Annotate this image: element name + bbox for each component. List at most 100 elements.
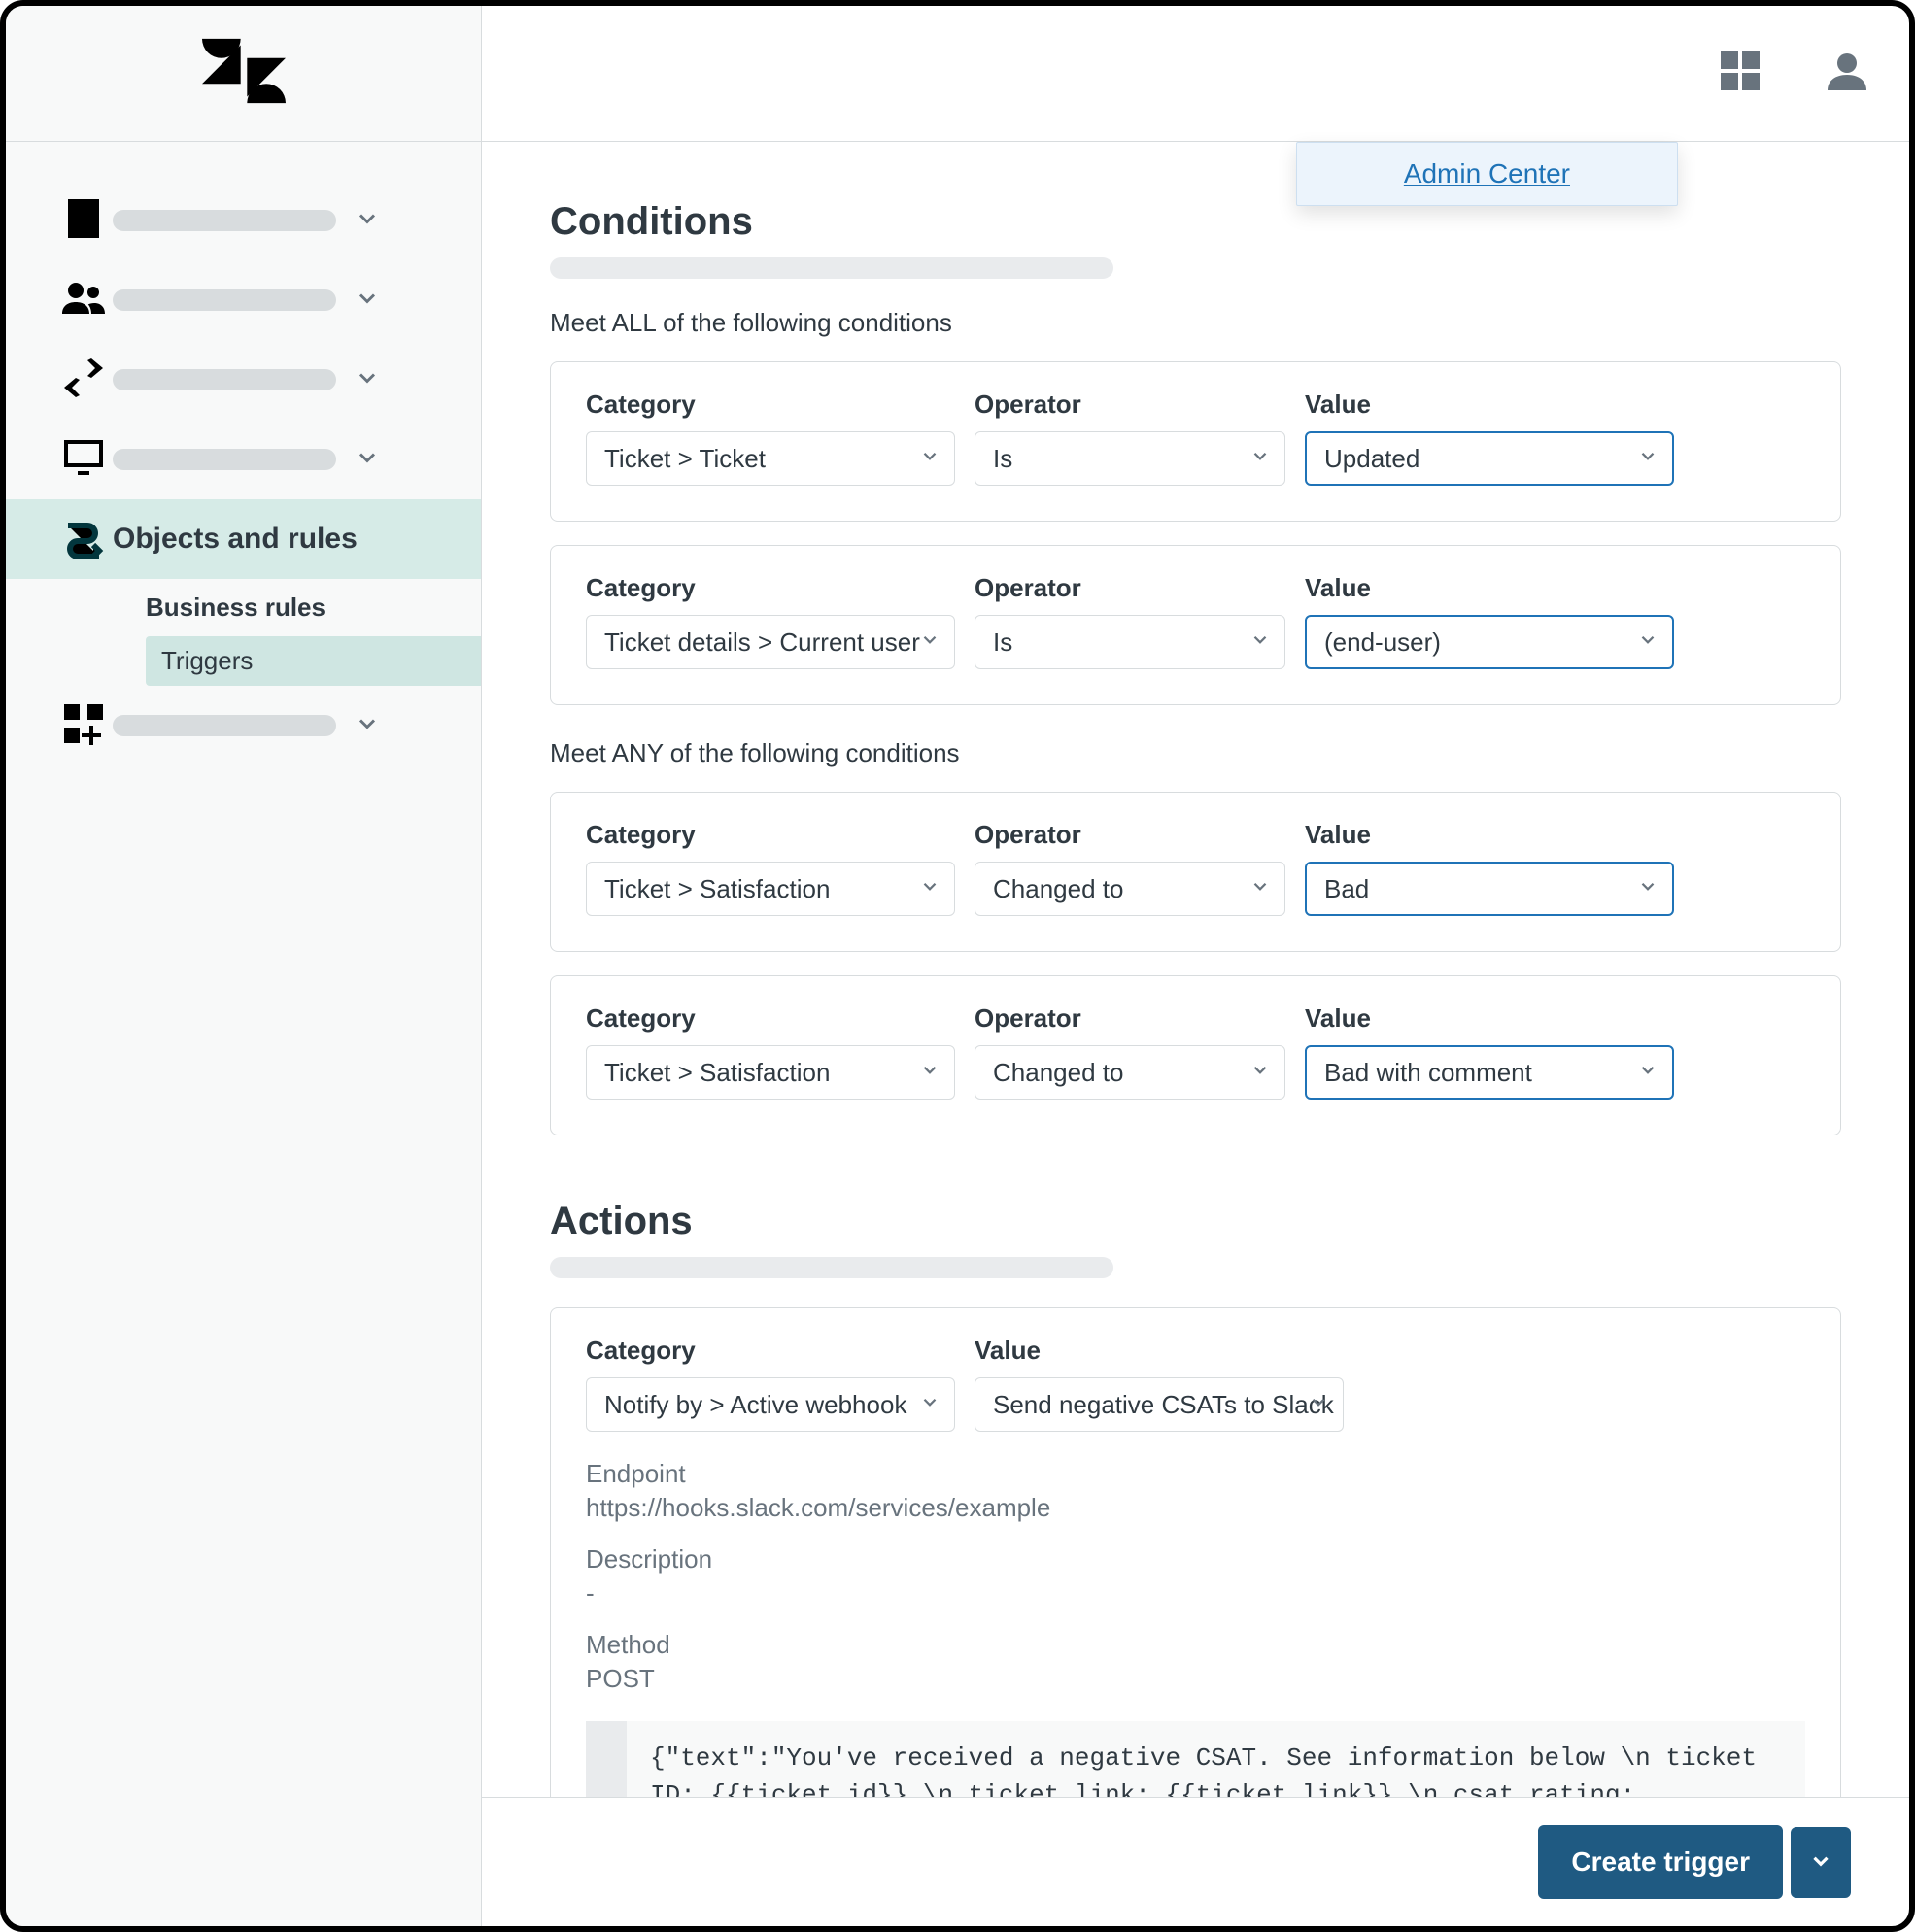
field-label-category: Category: [586, 573, 955, 603]
field-label-value: Value: [1305, 820, 1674, 850]
operator-select[interactable]: Is: [975, 431, 1285, 486]
admin-center-popover: Admin Center: [1296, 142, 1678, 206]
chevron-down-icon: [1249, 1058, 1271, 1088]
operator-select[interactable]: Changed to: [975, 1045, 1285, 1100]
sidebar-item-channels[interactable]: [6, 340, 481, 420]
field-label-value: Value: [975, 1336, 1344, 1366]
payload-code[interactable]: {"text":"You've received a negative CSAT…: [586, 1721, 1805, 1797]
footer-bar: Create trigger: [482, 1797, 1909, 1926]
placeholder: [113, 449, 336, 470]
chevron-down-icon: [919, 627, 940, 658]
chevron-down-icon: [919, 444, 940, 474]
building-icon: [60, 195, 113, 247]
field-label-category: Category: [586, 820, 955, 850]
field-label-operator: Operator: [975, 390, 1285, 420]
conditions-all-label: Meet ALL of the following conditions: [550, 308, 1841, 338]
chevron-down-icon: [919, 1390, 940, 1420]
chevron-down-icon: [354, 710, 381, 742]
actions-description-placeholder: [550, 1257, 1113, 1278]
chevron-down-icon: [1637, 627, 1659, 658]
placeholder: [113, 715, 336, 736]
chevron-down-icon: [1249, 444, 1271, 474]
chevron-down-icon: [1637, 1058, 1659, 1088]
method-label: Method: [586, 1630, 1805, 1660]
operator-select[interactable]: Changed to: [975, 862, 1285, 916]
field-label-value: Value: [1305, 390, 1674, 420]
field-label-value: Value: [1305, 1003, 1674, 1034]
field-label-value: Value: [1305, 573, 1674, 603]
create-trigger-button[interactable]: Create trigger: [1538, 1825, 1783, 1899]
chevron-down-icon: [919, 1058, 940, 1088]
create-trigger-dropdown[interactable]: [1791, 1827, 1851, 1898]
chevron-down-icon: [1249, 627, 1271, 658]
sidebar-subheading: Business rules: [146, 579, 481, 636]
zendesk-logo-icon: [202, 37, 286, 110]
workflow-icon: [60, 514, 113, 565]
chevron-down-icon: [1637, 444, 1659, 474]
category-select[interactable]: Ticket > Satisfaction: [586, 862, 955, 916]
top-bar: [482, 6, 1909, 142]
condition-row: Category Ticket > Satisfaction Operator …: [550, 792, 1841, 952]
category-select[interactable]: Ticket > Satisfaction: [586, 1045, 955, 1100]
sidebar-item-account[interactable]: [6, 181, 481, 260]
placeholder: [113, 369, 336, 390]
placeholder: [113, 210, 336, 231]
chevron-down-icon: [354, 364, 381, 396]
method-value: POST: [586, 1664, 1805, 1694]
actions-title: Actions: [550, 1200, 1841, 1243]
category-select[interactable]: Notify by > Active webhook: [586, 1377, 955, 1432]
sidebar: Objects and rules Business rules Trigger…: [6, 6, 482, 1926]
value-select[interactable]: Send negative CSATs to Slack: [975, 1377, 1344, 1432]
people-icon: [60, 275, 113, 326]
chevron-down-icon: [1249, 874, 1271, 904]
value-select[interactable]: Bad: [1305, 862, 1674, 916]
admin-center-link[interactable]: Admin Center: [1404, 158, 1570, 188]
value-select[interactable]: Updated: [1305, 431, 1674, 486]
category-select[interactable]: Ticket > Ticket: [586, 431, 955, 486]
condition-row: Category Ticket > Satisfaction Operator …: [550, 975, 1841, 1135]
chevron-down-icon: [1308, 1390, 1329, 1420]
condition-row: Category Ticket details > Current user O…: [550, 545, 1841, 705]
action-row: Category Notify by > Active webhook Valu…: [550, 1307, 1841, 1797]
field-label-category: Category: [586, 390, 955, 420]
chevron-down-icon: [1637, 874, 1659, 904]
monitor-icon: [60, 434, 113, 486]
endpoint-value: https://hooks.slack.com/services/example: [586, 1493, 1805, 1523]
chevron-down-icon: [1808, 1848, 1833, 1877]
endpoint-label: Endpoint: [586, 1459, 1805, 1489]
description-label: Description: [586, 1544, 1805, 1575]
conditions-description-placeholder: [550, 257, 1113, 279]
sidebar-item-people[interactable]: [6, 260, 481, 340]
conditions-title: Conditions: [550, 200, 1841, 244]
arrows-exchange-icon: [60, 355, 113, 406]
content-area: Conditions Meet ALL of the following con…: [482, 142, 1909, 1797]
sidebar-item-workspaces[interactable]: [6, 420, 481, 499]
chevron-down-icon: [354, 444, 381, 476]
value-select[interactable]: Bad with comment: [1305, 1045, 1674, 1100]
field-label-category: Category: [586, 1003, 955, 1034]
main: Admin Center Conditions Meet ALL of the …: [482, 6, 1909, 1926]
field-label-operator: Operator: [975, 820, 1285, 850]
sidebar-nav: Objects and rules Business rules Trigger…: [6, 142, 481, 765]
sidebar-subnav: Business rules Triggers: [6, 579, 481, 686]
field-label-category: Category: [586, 1336, 955, 1366]
products-grid-icon[interactable]: [1717, 48, 1763, 99]
placeholder: [113, 289, 336, 311]
chevron-down-icon: [354, 285, 381, 317]
sidebar-item-apps[interactable]: [6, 686, 481, 765]
sidebar-item-label: Objects and rules: [113, 523, 456, 556]
category-select[interactable]: Ticket details > Current user: [586, 615, 955, 669]
description-value: -: [586, 1578, 1805, 1609]
value-select[interactable]: (end-user): [1305, 615, 1674, 669]
condition-row: Category Ticket > Ticket Operator Is: [550, 361, 1841, 522]
user-avatar-icon[interactable]: [1824, 48, 1870, 99]
sidebar-subitem-triggers[interactable]: Triggers: [146, 636, 481, 686]
operator-select[interactable]: Is: [975, 615, 1285, 669]
field-label-operator: Operator: [975, 1003, 1285, 1034]
sidebar-item-objects-rules[interactable]: Objects and rules: [6, 499, 481, 579]
field-label-operator: Operator: [975, 573, 1285, 603]
sidebar-header: [6, 6, 481, 142]
chevron-down-icon: [919, 874, 940, 904]
conditions-any-label: Meet ANY of the following conditions: [550, 738, 1841, 768]
chevron-down-icon: [354, 205, 381, 237]
